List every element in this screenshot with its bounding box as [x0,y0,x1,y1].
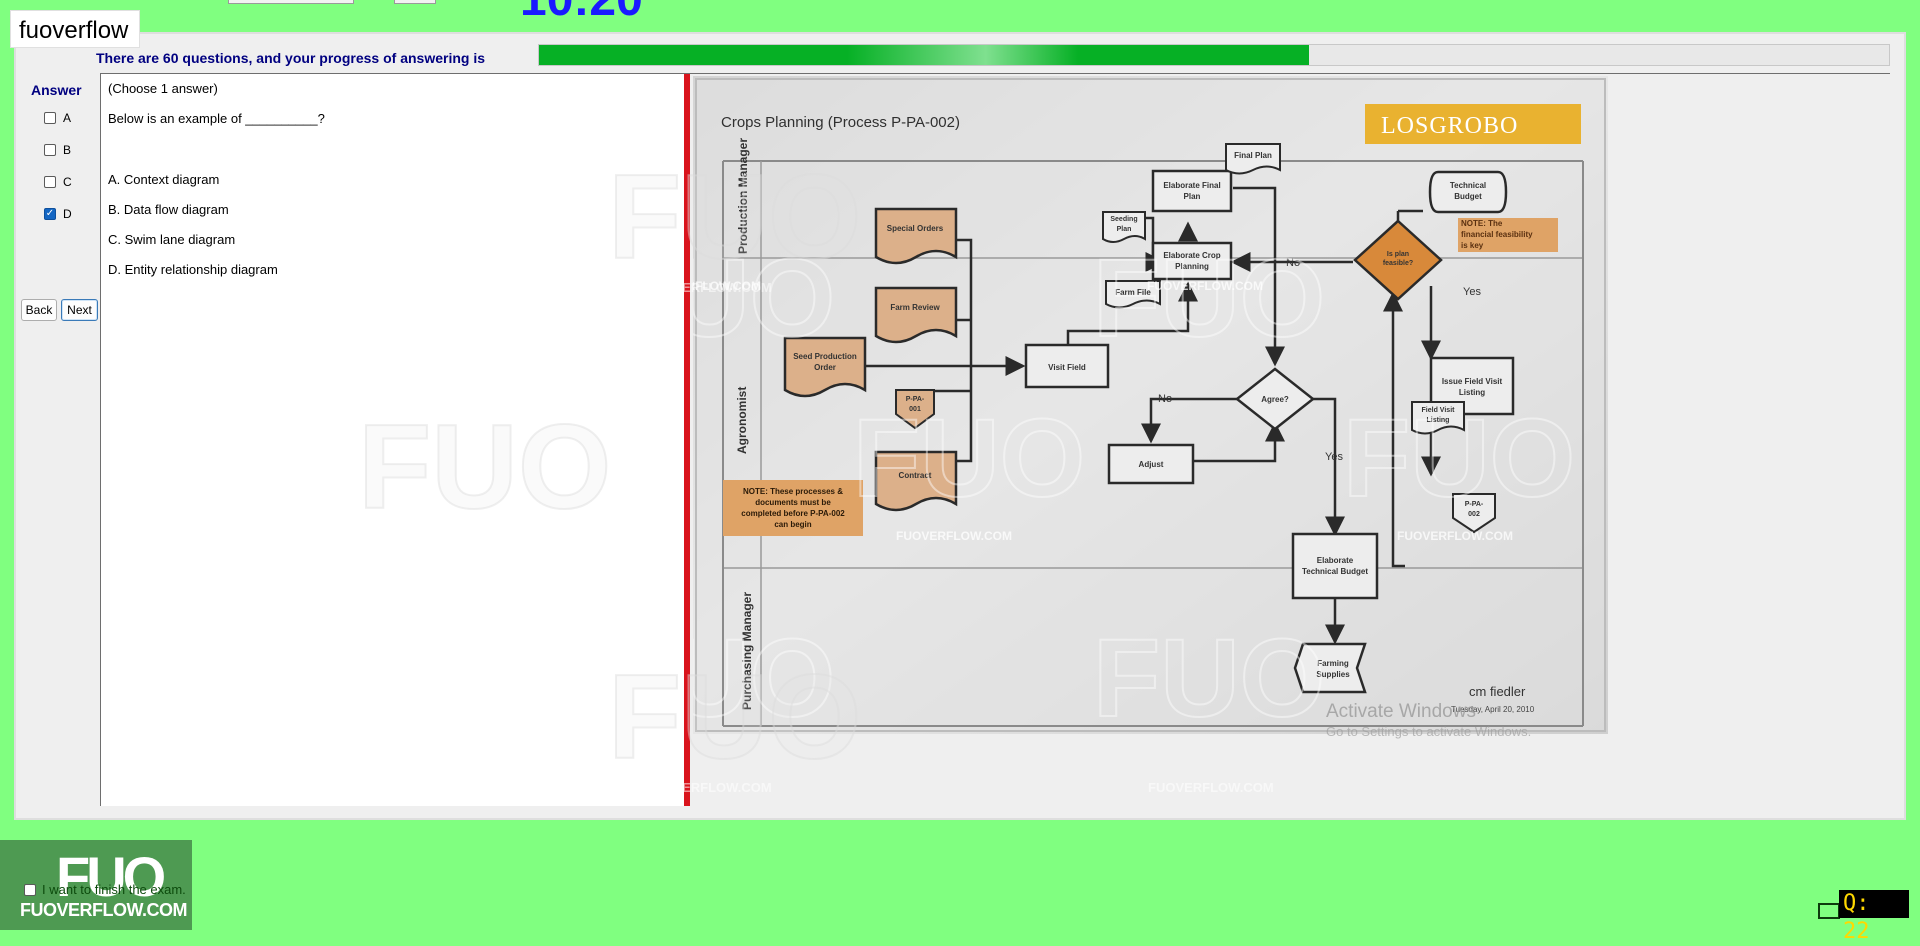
finish-exam-label: I want to finish the exam. [42,882,186,897]
watermark-big-3: FUO [853,397,1085,520]
note-left-1: NOTE: These processes & [743,487,843,496]
fuo-logo-site: FUOVERFLOW.COM [20,900,188,920]
watermark-site-2: FUOVERFLOW.COM [1147,279,1263,293]
watermark-site-6: FUOVERFLOW.COM [646,280,772,295]
question-instruction: (Choose 1 answer) [108,81,218,96]
watermark-site-3: FUOVERFLOW.COM [896,529,1012,543]
answer-checkbox-c[interactable] [44,176,56,188]
node-elab-tech-1: Elaborate [1317,556,1354,565]
node-plan-feasible-2: feasible? [1383,260,1413,267]
edge-yes-2: Yes [1325,451,1343,463]
node-final-plan: Final Plan [1234,151,1272,160]
note-left-2: documents must be [755,498,831,507]
next-button[interactable]: Next [61,299,98,321]
windows-activation-1: Activate Windows [1326,701,1476,722]
progress-fill [539,45,1309,65]
node-seeding-plan-1: Seeding [1110,216,1137,223]
node-visit-field: Visit Field [1048,363,1086,372]
node-issue-listing-1: Issue Field Visit [1442,377,1503,386]
answer-letter-c: C [63,175,72,189]
node-elab-final-1: Elaborate Final [1163,181,1220,190]
note-left-4: can begin [774,520,811,529]
answer-option-a[interactable]: A [44,111,71,125]
choice-a: A. Context diagram [108,172,220,187]
question-prompt: Below is an example of __________? [108,111,325,126]
diagram-logo-text: LOSGROBO [1381,113,1518,139]
node-elab-final-2: Plan [1184,192,1201,201]
node-tech-budget-1: Technical [1450,181,1486,190]
watermark-fuo-1: FUO [357,399,612,535]
node-issue-listing-2: Listing [1459,388,1485,397]
node-tech-budget-2: Budget [1454,192,1482,201]
node-elab-tech-2: Technical Budget [1302,567,1368,576]
node-farm-review: Farm Review [890,303,940,312]
answer-letter-d: D [63,207,72,221]
note-right-2: financial feasibility [1461,230,1533,239]
progress-bar [538,44,1890,66]
back-button[interactable]: Back [21,299,57,321]
top-field-2 [394,0,436,4]
answer-option-d[interactable]: D [44,207,72,221]
node-seeding-plan-2: Plan [1117,226,1132,233]
watermark-big-2: FUO [1093,237,1325,360]
answer-letter-a: A [63,111,72,125]
answer-checkbox-a[interactable] [44,112,56,124]
answer-option-b[interactable]: B [44,143,71,157]
windows-activation-2: Go to Settings to activate Windows. [1326,724,1532,739]
brand-tab: fuoverflow [10,10,140,48]
node-seed-order-2: Order [814,363,836,372]
lane-label-agronomist: Agronomist [735,387,749,454]
note-right-3: is key [1461,241,1484,250]
choice-b: B. Data flow diagram [108,202,229,217]
watermark-fuo-2: FUO [607,149,862,285]
counter-box-outline [1818,903,1840,919]
note-left-3: completed before P-PA-002 [741,509,845,518]
note-right-1: NOTE: The [1461,219,1503,228]
watermark-site-4: FUOVERFLOW.COM [1397,529,1513,543]
finish-exam-option[interactable]: I want to finish the exam. [24,882,186,897]
edge-yes-1: Yes [1463,286,1481,298]
answer-option-c[interactable]: C [44,175,72,189]
answer-title: Answer [31,82,82,98]
finish-exam-checkbox[interactable] [24,883,36,896]
choice-d: D. Entity relationship diagram [108,262,278,277]
diagram-author: cm fiedler [1469,684,1526,699]
node-special-orders: Special Orders [887,224,944,233]
watermark-big-6: FUO [1093,617,1325,734]
exam-timer: 10:20 [520,0,643,24]
question-counter: Q: 22 [1839,890,1909,944]
node-adjust: Adjust [1139,460,1164,469]
node-agree: Agree? [1261,395,1289,404]
watermark-big-4: FUO [1343,397,1575,520]
progress-label: There are 60 questions, and your progres… [96,50,485,66]
answer-checkbox-b[interactable] [44,144,56,156]
top-field-1 [228,0,354,4]
answer-checkbox-d[interactable] [44,208,56,220]
watermark-site-8: FUOVERFLOW.COM [1148,780,1274,795]
answer-letter-b: B [63,143,72,157]
watermark-site-5: FUOVERFLOW.COM [396,528,522,543]
edge-no-2: No [1158,393,1172,405]
node-plan-feasible-1: Is plan [1387,251,1409,258]
diagram-title: Crops Planning (Process P-PA-002) [721,114,960,131]
choice-c: C. Swim lane diagram [108,232,236,247]
watermark-fuo-3: FUO [607,649,862,785]
watermark-site-7: FUOVERFLOW.COM [646,780,772,795]
